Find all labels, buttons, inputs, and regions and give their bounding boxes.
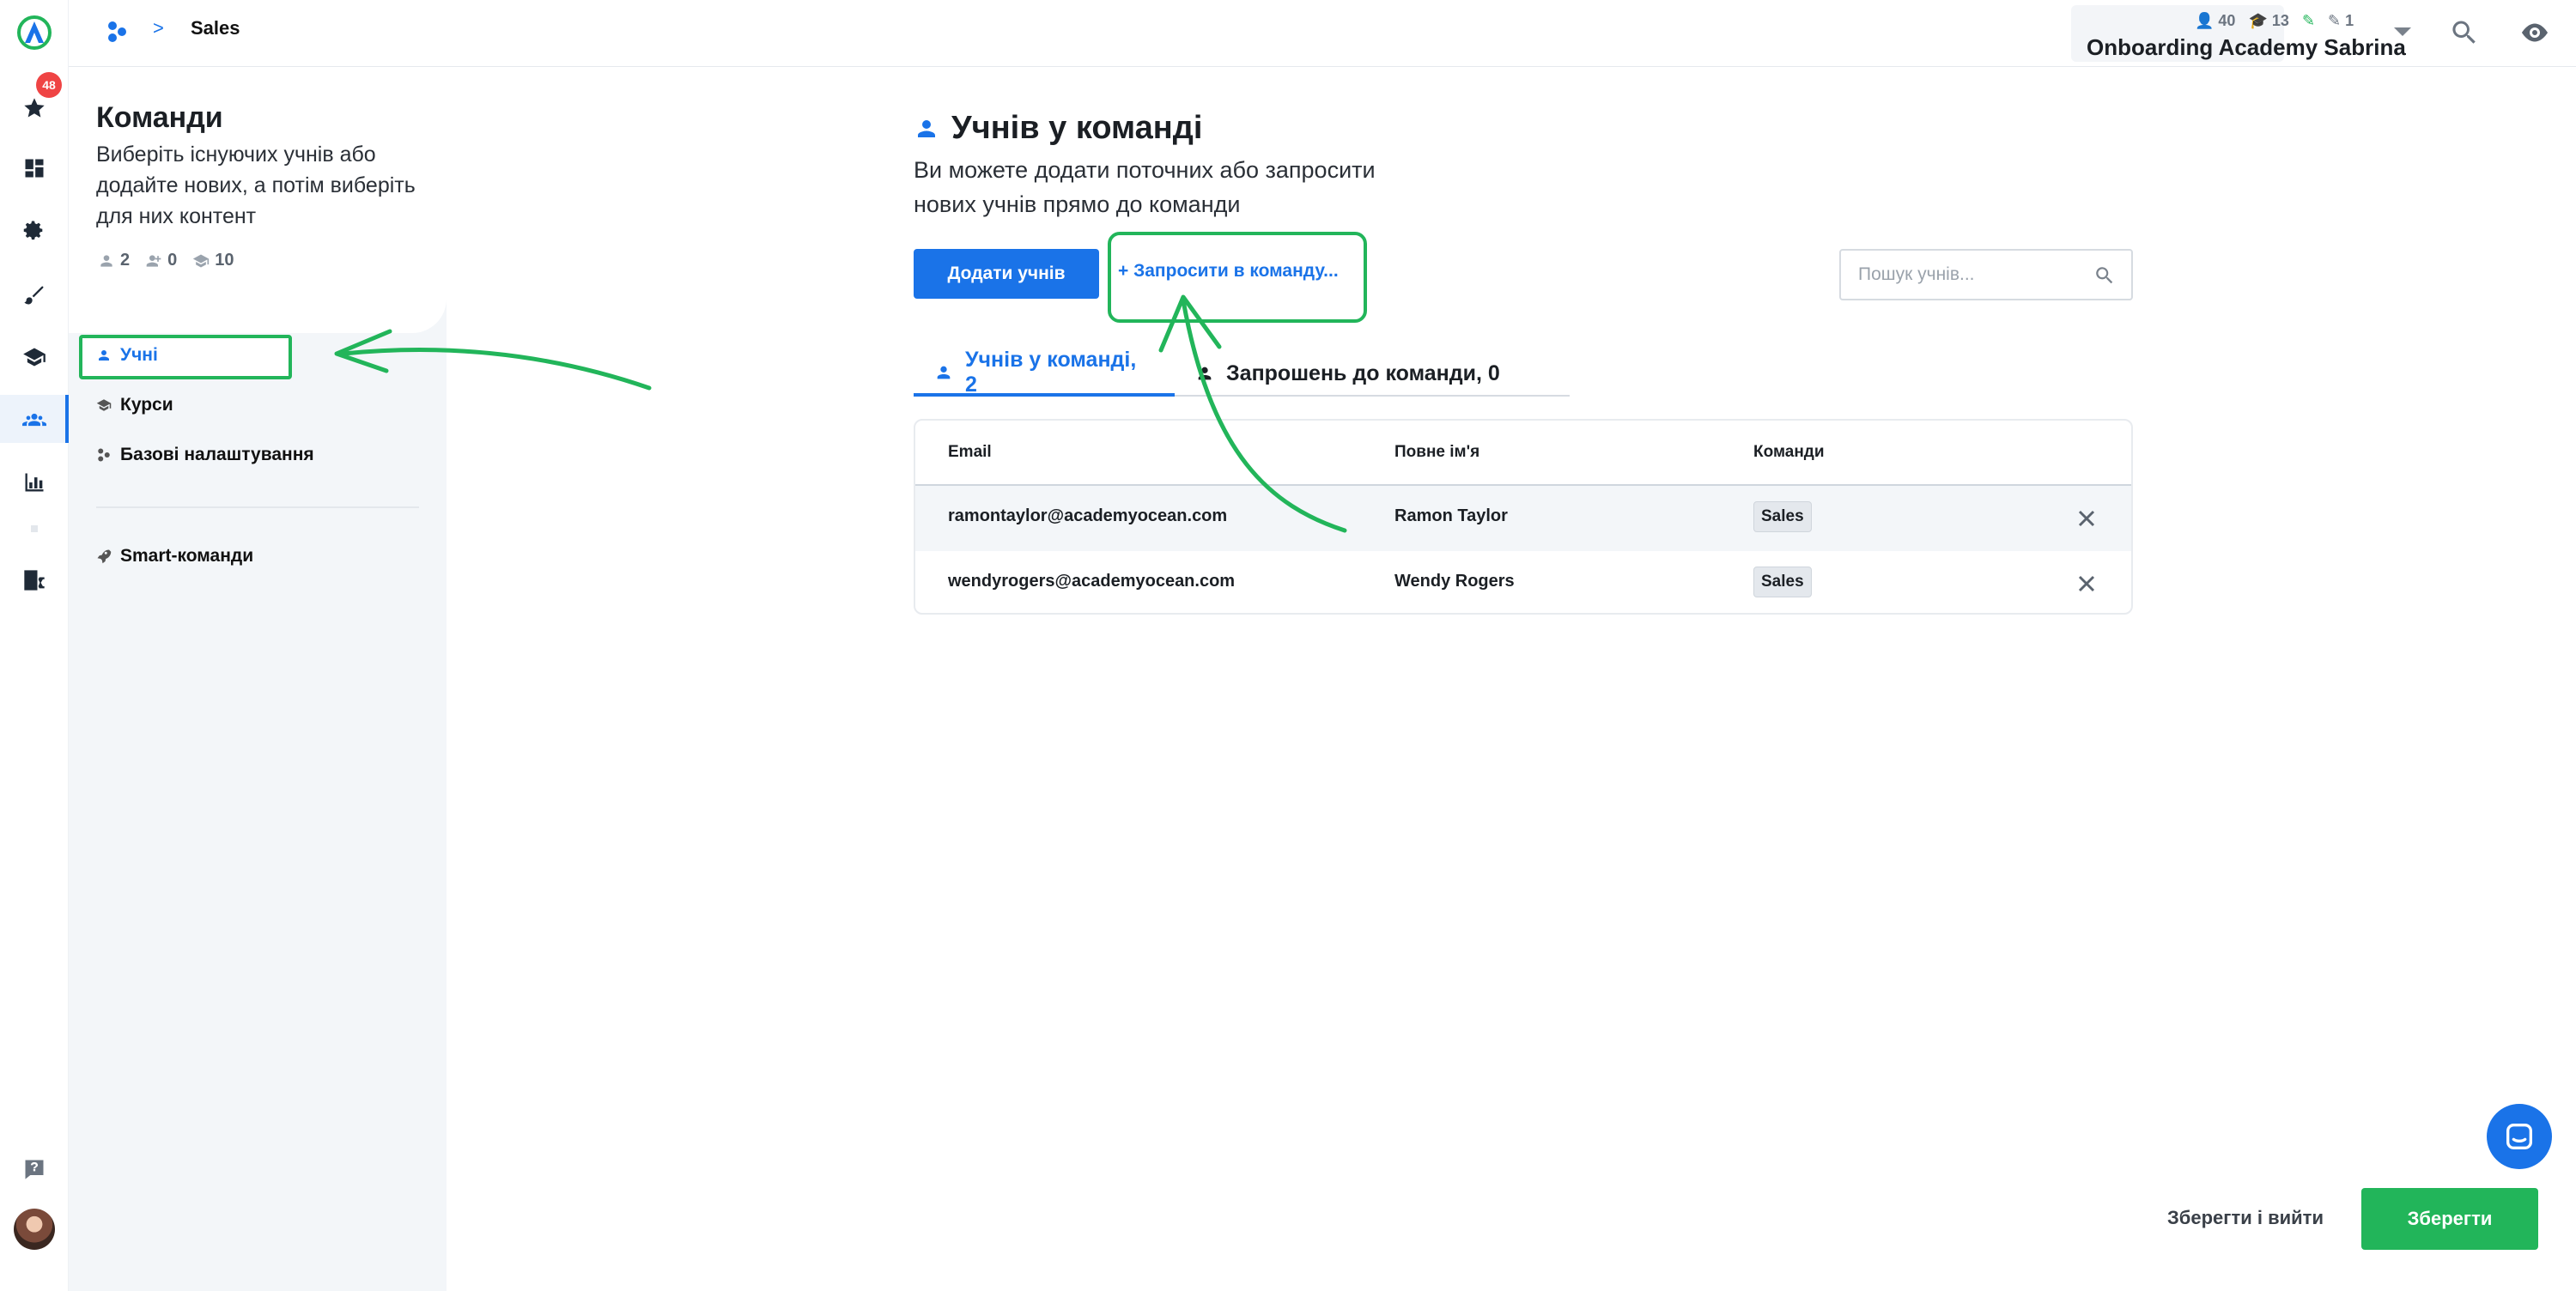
row-email: wendyrogers@academyocean.com bbox=[948, 572, 1236, 591]
sidebar-item-label: Курси bbox=[120, 395, 173, 415]
user-icon bbox=[100, 254, 112, 267]
remove-icon[interactable] bbox=[2073, 505, 2100, 532]
brush-icon[interactable] bbox=[0, 271, 69, 319]
sidebar-description: Виберіть існуючих учнів або додайте нови… bbox=[96, 142, 416, 228]
save-and-exit-button[interactable]: Зберегти і вийти bbox=[2138, 1190, 2353, 1246]
table-row[interactable]: ramontaylor@academyocean.com Ramon Taylo… bbox=[915, 486, 2131, 551]
chevron-down-icon[interactable] bbox=[2394, 27, 2411, 36]
team-breadcrumb-icon[interactable] bbox=[105, 19, 131, 45]
translate-icon[interactable] bbox=[0, 556, 69, 604]
user-icon bbox=[937, 366, 951, 379]
user-icon bbox=[918, 119, 935, 137]
help-icon[interactable] bbox=[0, 1145, 69, 1193]
sidebar-nav-area bbox=[69, 333, 447, 1291]
preview-eye-icon[interactable] bbox=[2519, 17, 2550, 48]
remove-icon[interactable] bbox=[2073, 570, 2100, 597]
academy-name: Onboarding Academy Sabrina bbox=[2087, 34, 2406, 60]
sidebar-title: Команди bbox=[96, 101, 223, 134]
invite-to-team-link[interactable]: + Запросити в команду... bbox=[1118, 261, 1339, 282]
invited-count-value: 0 bbox=[167, 251, 178, 270]
row-email: ramontaylor@academyocean.com bbox=[948, 506, 1228, 525]
app-logo-icon[interactable] bbox=[0, 9, 69, 57]
gear-icon[interactable] bbox=[0, 208, 69, 256]
team-sidebar: Команди Виберіть існуючих учнів або дода… bbox=[69, 67, 447, 1291]
graduation-cap-icon bbox=[96, 399, 112, 411]
tab-label: Учнів у команді, 2 bbox=[964, 348, 1137, 397]
add-learners-button[interactable]: Додати учнів bbox=[914, 249, 1099, 299]
page-title: Учнів у команді bbox=[914, 110, 1202, 147]
save-button[interactable]: Зберегти bbox=[2361, 1188, 2538, 1250]
learners-table: Email Повне ім'я Команди ramontaylor@aca… bbox=[914, 419, 2133, 615]
sidebar-header: Команди Виберіть існуючих учнів або дода… bbox=[69, 67, 447, 333]
learners-count-value: 2 bbox=[120, 251, 131, 270]
academy-switcher[interactable]: 👤 40 🎓 13 ✎ ✎ 1 Onboarding Academy Sabri… bbox=[2071, 5, 2406, 62]
courses-count: 10 bbox=[192, 251, 234, 270]
rail-separator bbox=[31, 525, 38, 532]
tab-team-invitations[interactable]: Запрошень до команди, 0 bbox=[1175, 352, 1570, 397]
paths-stat-icon: ✎ bbox=[2301, 12, 2316, 29]
notification-badge: 48 bbox=[36, 72, 62, 98]
breadcrumb-current: Sales bbox=[191, 17, 240, 39]
chat-icon bbox=[2506, 1124, 2532, 1149]
tab-bar: Учнів у команді, 2 Запрошень до команди,… bbox=[914, 348, 1570, 398]
academy-stats: 👤 40 🎓 13 ✎ ✎ 1 bbox=[2195, 12, 2362, 30]
tab-label: Запрошень до команди, 0 bbox=[1226, 361, 1500, 385]
user-icon bbox=[1198, 367, 1212, 380]
search-icon[interactable] bbox=[2093, 264, 2116, 287]
team-icon[interactable] bbox=[0, 395, 69, 443]
sidebar-item-learners[interactable]: Учні bbox=[96, 338, 158, 373]
page-title-text: Учнів у команді bbox=[951, 110, 1203, 146]
breadcrumb-separator: > bbox=[153, 17, 164, 39]
bar-chart-icon[interactable] bbox=[0, 458, 69, 506]
team-tag: Sales bbox=[1753, 501, 1812, 532]
sidebar-stats: 2 0 10 bbox=[98, 251, 234, 270]
user-icon bbox=[99, 350, 109, 361]
sidebar-item-label: Учні bbox=[120, 345, 158, 365]
table-row[interactable]: wendyrogers@academyocean.com Wendy Roger… bbox=[915, 551, 2131, 613]
top-bar: > Sales 👤 40 🎓 13 ✎ ✎ 1 Onboarding Acade… bbox=[69, 0, 2576, 67]
learners-stat: 👤 40 bbox=[2195, 12, 2236, 29]
learner-search bbox=[1839, 249, 2133, 300]
table-header: Email Повне ім'я Команди bbox=[915, 421, 2131, 486]
search-icon[interactable] bbox=[2449, 17, 2480, 48]
sidebar-divider bbox=[96, 506, 419, 508]
graduation-cap-icon bbox=[193, 254, 210, 267]
row-full-name: Wendy Rogers bbox=[1394, 572, 1515, 591]
graduation-cap-icon[interactable] bbox=[0, 333, 69, 381]
column-header-teams[interactable]: Команди bbox=[1753, 443, 1825, 462]
team-tag: Sales bbox=[1753, 567, 1812, 597]
icon-rail: 48 bbox=[0, 0, 69, 1291]
courses-stat: 🎓 13 bbox=[2248, 12, 2289, 29]
search-input[interactable] bbox=[1858, 263, 2081, 287]
sidebar-item-smart-teams[interactable]: Smart-команди bbox=[96, 539, 253, 573]
sidebar-item-label: Базові налаштування bbox=[120, 445, 314, 464]
column-header-full-name[interactable]: Повне ім'я bbox=[1394, 443, 1479, 462]
row-full-name: Ramon Taylor bbox=[1394, 506, 1508, 525]
dashboard-icon[interactable] bbox=[0, 144, 69, 192]
learners-count: 2 bbox=[98, 251, 130, 270]
courses-count-value: 10 bbox=[215, 251, 234, 270]
rocket-icon bbox=[97, 549, 112, 564]
drafts-stat: ✎ 1 bbox=[2328, 12, 2354, 29]
column-header-email[interactable]: Email bbox=[948, 443, 992, 462]
settings-icon bbox=[98, 448, 110, 462]
invited-count: 0 bbox=[145, 251, 177, 270]
sidebar-item-courses[interactable]: Курси bbox=[96, 388, 173, 422]
sidebar-item-label: Smart-команди bbox=[120, 546, 254, 566]
chat-support-button[interactable] bbox=[2487, 1104, 2552, 1169]
user-avatar[interactable] bbox=[14, 1209, 55, 1250]
sidebar-item-basic-settings[interactable]: Базові налаштування bbox=[96, 438, 314, 472]
tab-team-learners[interactable]: Учнів у команді, 2 bbox=[914, 348, 1175, 397]
page-description: Ви можете додати поточних або запросити … bbox=[914, 157, 1376, 217]
invite-user-icon bbox=[146, 254, 161, 267]
